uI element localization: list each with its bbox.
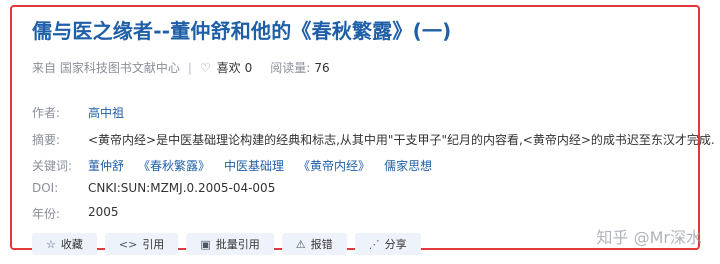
favorite-button[interactable]: ☆ 收藏 [32,233,97,255]
meta-row: 来自 国家科技图书文献中心 | ♡ 喜欢 0 阅读量: 76 [32,59,330,76]
batch-cite-button[interactable]: ▣ 批量引用 [186,233,274,255]
keyword-link[interactable]: 董仲舒 [88,159,124,173]
share-label: 分享 [384,238,407,251]
doi-label: DOI: [32,181,59,195]
code-icon: <> [118,237,138,251]
author-link[interactable]: 高中祖 [88,104,124,121]
abstract-label: 摘要: [32,133,61,147]
keyword-link[interactable]: 儒家思想 [384,159,432,173]
doi-value: CNKI:SUN:MZMJ.0.2005-04-005 [88,181,276,195]
keyword-link[interactable]: 《春秋繁露》 [138,159,210,173]
year-label: 年份: [32,207,61,221]
keyword-link[interactable]: 《黄帝内经》 [298,159,370,173]
year-value: 2005 [88,205,119,219]
star-icon: ☆ [46,237,56,251]
read-count: 76 [314,60,330,75]
action-toolbar: ☆ 收藏 <> 引用 ▣ 批量引用 ⚠ 报错 ⋰ 分享 [32,233,421,255]
read-label: 阅读量: [270,61,311,75]
keywords-list: 董仲舒 《春秋繁露》 中医基础理 《黄帝内经》 儒家思想 [88,157,446,174]
keyword-link[interactable]: 中医基础理 [224,159,284,173]
cite-label: 引用 [142,238,165,251]
like-label[interactable]: 喜欢 [217,59,241,76]
divider: | [187,60,192,75]
heart-icon[interactable]: ♡ [200,61,211,75]
source-text: 来自 国家科技图书文献中心 [32,61,180,75]
author-label: 作者: [32,106,61,120]
favorite-label: 收藏 [60,238,83,251]
abstract-text: <黄帝内经>是中医基础理论构建的经典和标志,从其中用"干支甲子"纪月的内容看,<… [88,133,715,147]
warning-icon: ⚠ [295,237,306,251]
cite-button[interactable]: <> 引用 [104,233,179,255]
article-card: 儒与医之缘者--董仲舒和他的《春秋繁露》(一) 来自 国家科技图书文献中心 | … [10,5,715,255]
keywords-label: 关键词: [32,159,73,173]
article-title[interactable]: 儒与医之缘者--董仲舒和他的《春秋繁露》(一) [32,15,451,44]
report-button[interactable]: ⚠ 报错 [281,233,347,255]
folder-icon: ▣ [200,237,211,251]
share-icon: ⋰ [368,237,380,251]
share-button[interactable]: ⋰ 分享 [354,233,421,255]
batch-cite-label: 批量引用 [215,238,260,251]
like-count: 0 [244,60,253,75]
watermark-text: 知乎 @Mr深水 [596,228,702,247]
report-label: 报错 [310,238,333,251]
